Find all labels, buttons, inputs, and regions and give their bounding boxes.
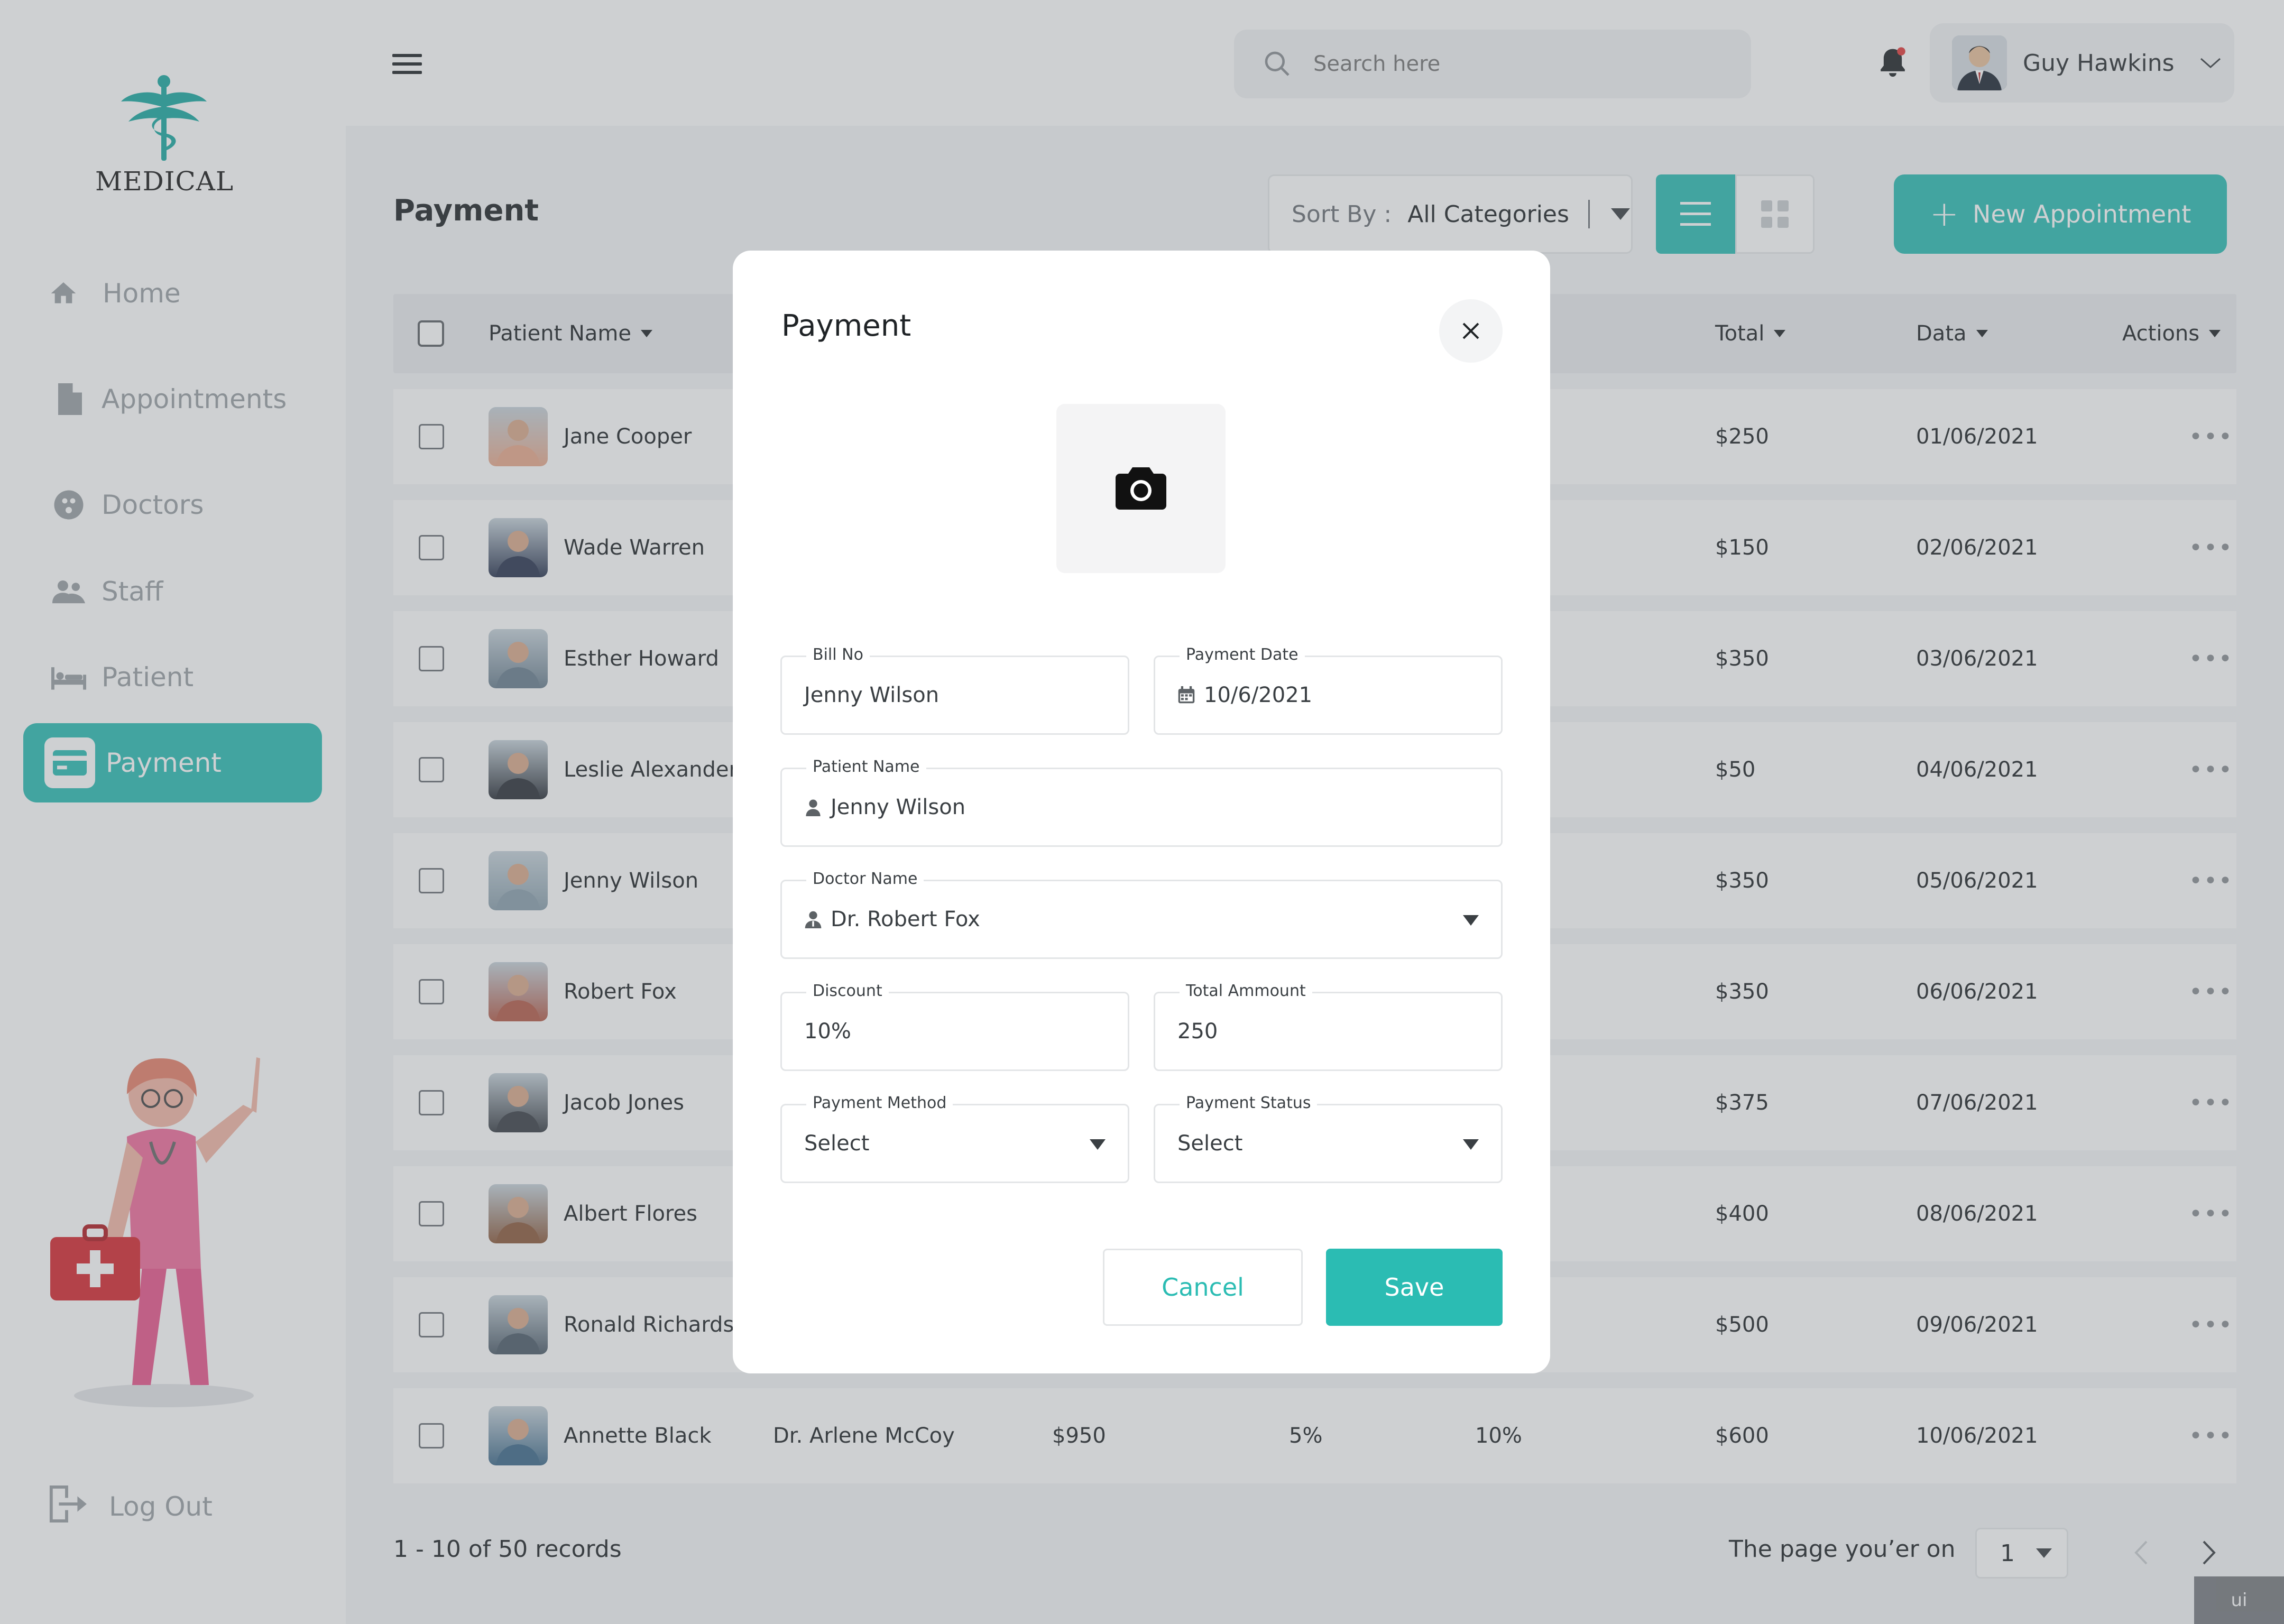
payment-modal: Payment Bill No Jenny Wilson Payment Dat… [733,251,1550,1373]
caret-down-icon [1090,1139,1106,1150]
field-label: Payment Method [806,1094,953,1112]
close-icon [1462,322,1479,339]
doctor-name-select[interactable]: Doctor Name Dr. Robert Fox [780,870,1503,959]
payment-method-select[interactable]: Payment Method Select [780,1094,1129,1183]
modal-title: Payment [781,309,911,343]
doctor-icon [805,911,822,928]
field-value: 250 [1177,1019,1218,1044]
field-value: Jenny Wilson [831,795,966,819]
field-label: Payment Date [1180,645,1305,664]
discount-field[interactable]: Discount 10% [780,982,1129,1071]
cancel-button[interactable]: Cancel [1103,1249,1303,1326]
field-label: Doctor Name [806,870,924,888]
total-amount-field[interactable]: Total Ammount 250 [1154,982,1503,1071]
caret-down-icon [1463,915,1479,926]
field-value: Select [1177,1131,1243,1156]
patient-name-field[interactable]: Patient Name Jenny Wilson [780,758,1503,847]
field-value: Jenny Wilson [804,683,940,707]
field-label: Patient Name [806,758,926,776]
photo-upload[interactable] [1056,404,1226,573]
payment-status-select[interactable]: Payment Status Select [1154,1094,1503,1183]
field-value: Dr. Robert Fox [831,907,980,931]
payment-date-field[interactable]: Payment Date 10/6/2021 [1154,645,1503,735]
close-button[interactable] [1439,299,1503,363]
field-value: 10/6/2021 [1204,683,1313,707]
field-label: Bill No [806,645,870,664]
camera-icon [1116,467,1166,510]
field-label: Payment Status [1180,1094,1318,1112]
bill-no-field[interactable]: Bill No Jenny Wilson [780,645,1129,735]
caret-down-icon [1463,1139,1479,1150]
field-value: 10% [804,1019,851,1044]
app-window: MEDICAL Home Appointments Doctors Staff … [0,0,2284,1624]
field-value: Select [804,1131,870,1156]
field-label: Total Ammount [1180,982,1312,1000]
field-label: Discount [806,982,889,1000]
save-button[interactable]: Save [1326,1249,1503,1326]
calendar-icon [1178,686,1195,704]
person-icon [806,799,821,816]
